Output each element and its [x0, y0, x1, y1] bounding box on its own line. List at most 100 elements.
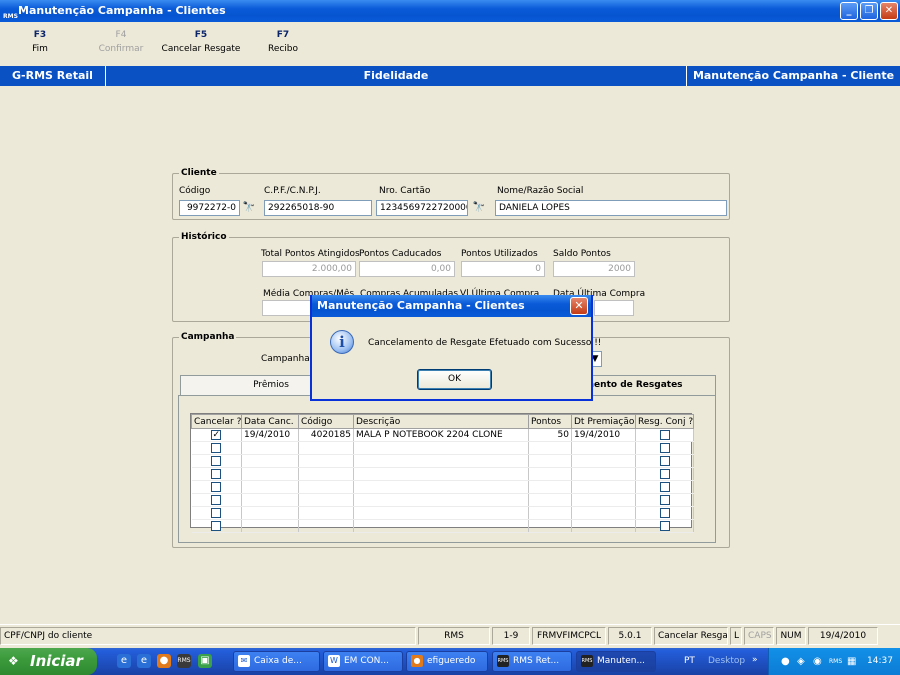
table-row[interactable] [191, 519, 694, 533]
ok-button[interactable]: OK [417, 369, 492, 390]
rms-tray-icon[interactable]: RMS [829, 648, 842, 675]
cancelar-checkbox[interactable]: ✓ [211, 429, 222, 440]
col-resg-conj[interactable]: Resg. Conj ? [635, 414, 694, 429]
resg-conj-checkbox[interactable] [659, 429, 670, 440]
cell-data-canc [241, 506, 299, 520]
task-manutencao[interactable]: RMS Manuten... [576, 651, 656, 672]
cancelar-resgate-button[interactable]: F5 Cancelar Resgate [161, 30, 241, 54]
pontos-utilizados-field[interactable]: 0 [461, 261, 545, 277]
cancelar-checkbox[interactable] [211, 520, 222, 531]
dialog-title-bar[interactable]: Manutenção Campanha - Clientes ✕ [312, 295, 591, 317]
col-data-canc[interactable]: Data Canc. [241, 414, 299, 429]
cancelar-checkbox[interactable] [211, 455, 222, 466]
col-cancelar[interactable]: Cancelar ? [191, 414, 242, 429]
cell-codigo [298, 493, 354, 507]
col-pontos[interactable]: Pontos [528, 414, 572, 429]
cancelar-checkbox[interactable] [211, 481, 222, 492]
col-codigo[interactable]: Código [298, 414, 354, 429]
cartao-field[interactable]: 1234569722720000 [376, 200, 468, 216]
cancelar-cell [191, 454, 242, 468]
rms-icon[interactable]: RMS [177, 654, 191, 668]
status-bar: CPF/CNPJ do cliente RMS 1-9 FRMVFIMCPCL … [0, 624, 900, 646]
cpf-field[interactable]: 292265018-90 [264, 200, 372, 216]
recibo-button[interactable]: F7 Recibo [243, 30, 323, 54]
cliente-legend: Cliente [181, 168, 217, 178]
minimize-button[interactable]: _ [840, 2, 858, 20]
start-button[interactable]: ❖ Iniciar [0, 648, 97, 675]
firefox-tray-icon[interactable]: ● [781, 648, 790, 675]
cancelar-checkbox[interactable] [211, 507, 222, 518]
desktop-toolbar[interactable]: Desktop [708, 648, 745, 675]
saldo-pontos-field[interactable]: 2000 [553, 261, 635, 277]
confirmar-button[interactable]: F4 Confirmar [81, 30, 161, 54]
firefox-icon[interactable]: ● [157, 654, 171, 668]
task-caixa[interactable]: ✉ Caixa de... [233, 651, 320, 672]
close-button[interactable]: ✕ [880, 2, 898, 20]
col-descricao[interactable]: Descrição [353, 414, 529, 429]
cell-data-canc [241, 493, 299, 507]
table-row[interactable] [191, 506, 694, 520]
resg-conj-checkbox[interactable] [659, 455, 670, 466]
fim-button[interactable]: F3 Fim [0, 30, 80, 54]
col-dt-premiacao[interactable]: Dt Premiação [571, 414, 636, 429]
cancelar-cell [191, 441, 242, 455]
cell-codigo [298, 441, 354, 455]
task-rms-retail[interactable]: RMS RMS Ret... [492, 651, 572, 672]
data-ultima-compra-field[interactable] [594, 300, 634, 316]
status-l: L [730, 627, 742, 645]
status-date: 19/4/2010 [808, 627, 878, 645]
cancelar-checkbox[interactable] [211, 442, 222, 453]
table-row[interactable] [191, 441, 694, 455]
f3-key: F3 [33, 30, 47, 40]
codigo-field[interactable]: 9972272-0 [179, 200, 240, 216]
window-title-bar[interactable]: RMS Manutenção Campanha - Clientes _ ❐ ✕ [0, 0, 900, 22]
resg-conj-checkbox[interactable] [659, 481, 670, 492]
total-pontos-field[interactable]: 2.000,00 [262, 261, 356, 277]
cancelar-checkbox[interactable] [211, 468, 222, 479]
resg-conj-checkbox[interactable] [659, 468, 670, 479]
table-row[interactable] [191, 467, 694, 481]
nome-field[interactable]: DANIELA LOPES [495, 200, 727, 216]
table-row[interactable] [191, 493, 694, 507]
clock[interactable]: 14:37 [867, 648, 893, 675]
ie-icon[interactable]: e [117, 654, 131, 668]
table-row[interactable] [191, 454, 694, 468]
header-right: Manutenção Campanha - Cliente [692, 69, 895, 82]
rms-icon: RMS [497, 655, 509, 667]
resg-conj-checkbox[interactable] [659, 520, 670, 531]
resg-conj-checkbox[interactable] [659, 442, 670, 453]
antivirus-tray-icon[interactable]: ◉ [813, 648, 822, 675]
fim-label: Fim [32, 44, 48, 54]
ie-icon[interactable]: e [137, 654, 151, 668]
header-left: G-RMS Retail [0, 66, 106, 86]
language-indicator[interactable]: PT [684, 648, 695, 675]
cancelar-checkbox[interactable] [211, 494, 222, 505]
dialog-close-button[interactable]: ✕ [570, 297, 588, 315]
resg-conj-checkbox[interactable] [659, 494, 670, 505]
network-tray-icon[interactable]: ◈ [797, 648, 805, 675]
binoculars-icon[interactable]: 🔭 [472, 201, 486, 215]
cell-pontos [528, 493, 572, 507]
table-row[interactable] [191, 480, 694, 494]
cell-pontos [528, 454, 572, 468]
monitor-tray-icon[interactable]: ▦ [847, 648, 856, 675]
cancelar-cell [191, 480, 242, 494]
total-pontos-label: Total Pontos Atingidos [261, 249, 360, 259]
maximize-button[interactable]: ❐ [860, 2, 878, 20]
binoculars-icon[interactable]: 🔭 [242, 201, 256, 215]
pontos-caducados-field[interactable]: 0,00 [359, 261, 455, 277]
cell-descricao [353, 467, 529, 481]
cell-dt-premiacao [571, 454, 636, 468]
resg-conj-checkbox[interactable] [659, 507, 670, 518]
cell-descricao [353, 506, 529, 520]
table-row[interactable]: ✓ 19/4/2010 4020185 MALA P NOTEBOOK 2204 CL… [191, 428, 694, 442]
app-icon[interactable]: ▣ [198, 654, 212, 668]
cell-descricao [353, 441, 529, 455]
resg-conj-cell [635, 467, 694, 481]
task-efigueredo[interactable]: ● efigueredo [406, 651, 488, 672]
resg-conj-cell [635, 428, 694, 442]
dialog-title: Manutenção Campanha - Clientes [317, 299, 525, 312]
task-em-con[interactable]: W EM CON... [323, 651, 403, 672]
chevron-right-icon[interactable]: » [752, 648, 758, 672]
cell-dt-premiacao [571, 467, 636, 481]
